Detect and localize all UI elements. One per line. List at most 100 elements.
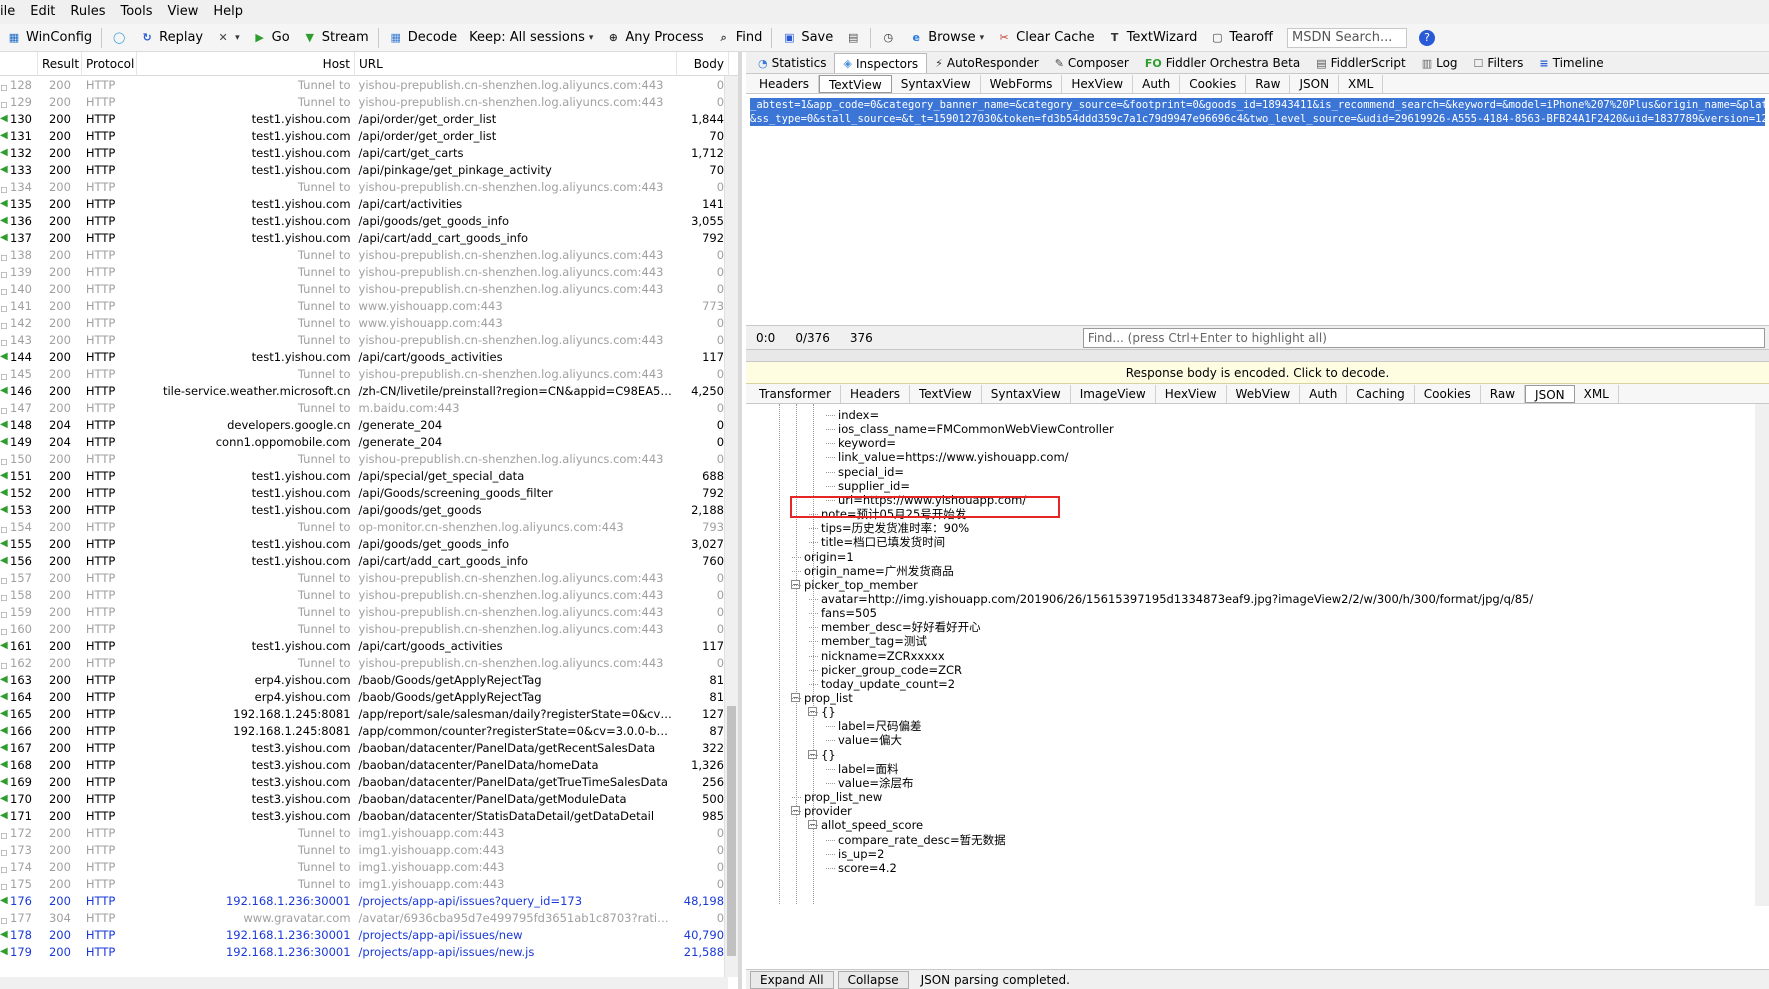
json-node[interactable]: prop_list xyxy=(792,691,853,705)
tab-composer[interactable]: ✎ Composer xyxy=(1047,53,1137,73)
toolbar-button-clear-cache[interactable]: ✂ Clear Cache xyxy=(990,24,1101,52)
toolbar-button-winconfig[interactable]: ▦ WinConfig xyxy=(0,24,98,52)
json-node[interactable]: index= xyxy=(825,408,879,422)
session-row[interactable]: ◀ 167 200 HTTP test3.yishou.com/baoban/datac… xyxy=(0,739,728,756)
json-node[interactable]: tips=历史发货准时率：90% xyxy=(808,521,969,535)
json-node[interactable]: prop_list_new xyxy=(791,790,882,804)
json-node[interactable]: avatar=http://img.yishouapp.com/201906/2… xyxy=(808,592,1533,606)
json-node[interactable]: score=4.2 xyxy=(826,861,897,875)
col-url[interactable]: URL xyxy=(355,52,677,76)
session-row[interactable]: ▫ 141 200 HTTP Tunnel to www.yishouapp.com:44… xyxy=(0,297,728,314)
request-tab-headers[interactable]: Headers xyxy=(750,74,819,93)
session-row[interactable]: ◀ 152 200 HTTP test1.yishou.com/api/Goods/sc… xyxy=(0,484,728,501)
toolbar-button-decode[interactable]: ▦ Decode xyxy=(382,24,463,52)
session-row[interactable]: ◀ 171 200 HTTP test3.yishou.com/baoban/datac… xyxy=(0,807,728,824)
response-tab-json[interactable]: JSON xyxy=(1525,384,1575,403)
session-row[interactable]: ▫ 139 200 HTTP Tunnel to yishou-prepublish.cn… xyxy=(0,263,728,280)
session-row[interactable]: ▫ 159 200 HTTP Tunnel to yishou-prepublish.cn… xyxy=(0,603,728,620)
col-host[interactable]: Host xyxy=(137,52,355,76)
collapse-button[interactable]: Collapse xyxy=(837,970,909,989)
toolbar-button-find[interactable]: ⌕ Find xyxy=(710,24,769,52)
sessions-scrollbar[interactable] xyxy=(724,76,738,977)
tab-fiddlerscript[interactable]: ▤ FiddlerScript xyxy=(1308,53,1413,73)
request-tab-webforms[interactable]: WebForms xyxy=(981,74,1063,93)
toolbar-button-remove[interactable]: ✕ ▾ xyxy=(209,24,246,52)
request-tab-hexview[interactable]: HexView xyxy=(1062,74,1134,93)
session-row[interactable]: ▫ 134 200 HTTP Tunnel to yishou-prepublish.cn… xyxy=(0,178,728,195)
session-row[interactable]: ◀ 164 200 HTTP erp4.yishou.com/baob/Goods/ge… xyxy=(0,688,728,705)
session-row[interactable]: ◀ 130 200 HTTP test1.yishou.com/api/order/ge… xyxy=(0,110,728,127)
response-tab-hexview[interactable]: HexView xyxy=(1156,384,1227,403)
response-tab-syntaxview[interactable]: SyntaxView xyxy=(982,384,1071,403)
json-node[interactable]: compare_rate_desc=暂无数据 xyxy=(826,833,1006,847)
json-node[interactable]: {} xyxy=(809,705,836,719)
session-row[interactable]: ▫ 128 200 HTTP Tunnel to yishou-prepublish.cn… xyxy=(0,76,728,93)
response-tab-headers[interactable]: Headers xyxy=(841,384,910,403)
toolbar-button-tearoff[interactable]: ▢ Tearoff xyxy=(1203,24,1279,52)
toolbar-button-go[interactable]: ▶ Go xyxy=(246,24,296,52)
session-row[interactable]: ▫ 160 200 HTTP Tunnel to yishou-prepublish.cn… xyxy=(0,620,728,637)
session-row[interactable]: ▫ 138 200 HTTP Tunnel to yishou-prepublish.cn… xyxy=(0,246,728,263)
toolbar-button-textwizard[interactable]: T TextWizard xyxy=(1101,24,1204,52)
toolbar-button-any-process[interactable]: ⊕ Any Process xyxy=(599,24,709,52)
tab-inspectors[interactable]: ◈ Inspectors xyxy=(834,53,928,73)
json-node[interactable]: supplier_id= xyxy=(826,479,910,493)
session-row[interactable]: ◀ 166 200 HTTP 192.168.1.245:8081/app/common… xyxy=(0,722,728,739)
session-row[interactable]: ◀ 136 200 HTTP test1.yishou.com/api/goods/ge… xyxy=(0,212,728,229)
session-row[interactable]: ◀ 169 200 HTTP test3.yishou.com/baoban/datac… xyxy=(0,773,728,790)
menu-item-edit[interactable]: Edit xyxy=(24,0,64,24)
json-node[interactable]: origin_name=广州发货商品 xyxy=(792,564,954,578)
msdn-search-input[interactable]: MSDN Search... xyxy=(1287,27,1407,48)
toolbar-button-save[interactable]: ▣ Save xyxy=(775,24,839,52)
session-row[interactable]: ▫ 157 200 HTTP Tunnel to yishou-prepublish.cn… xyxy=(0,569,728,586)
tab-log[interactable]: ▥ Log xyxy=(1414,53,1466,73)
json-node[interactable]: today_update_count=2 xyxy=(808,677,955,691)
json-node[interactable]: member_tag=测试 xyxy=(809,634,927,648)
session-row[interactable]: ◀ 161 200 HTTP test1.yishou.com/api/cart/goo… xyxy=(0,637,728,654)
session-row[interactable]: ◀ 132 200 HTTP test1.yishou.com/api/cart/get… xyxy=(0,144,728,161)
session-row[interactable]: ▫ 129 200 HTTP Tunnel to yishou-prepublish.cn… xyxy=(0,93,728,110)
session-row[interactable]: ◀ 178 200 HTTP 192.168.1.236:30001/projects/… xyxy=(0,926,728,943)
menu-item-ile[interactable]: ile xyxy=(0,0,24,24)
response-tab-xml[interactable]: XML xyxy=(1575,384,1619,403)
session-row[interactable]: ▫ 143 200 HTTP Tunnel to yishou-prepublish.cn… xyxy=(0,331,728,348)
json-node[interactable]: label=面料 xyxy=(825,762,898,776)
json-node[interactable]: picker_group_code=ZCR xyxy=(808,663,962,677)
request-tab-cookies[interactable]: Cookies xyxy=(1180,74,1247,93)
json-node[interactable]: label=尺码偏差 xyxy=(825,719,921,733)
request-tab-auth[interactable]: Auth xyxy=(1133,74,1181,93)
response-tab-webview[interactable]: WebView xyxy=(1227,384,1301,403)
session-row[interactable]: ◀ 156 200 HTTP test1.yishou.com/api/cart/add… xyxy=(0,552,728,569)
request-tab-xml[interactable]: XML xyxy=(1339,74,1384,93)
session-row[interactable]: ◀ 146 200 HTTP tile-service.weather.microsof… xyxy=(0,382,728,399)
menu-item-rules[interactable]: Rules xyxy=(64,0,114,24)
col-num[interactable] xyxy=(0,52,38,76)
session-row[interactable]: ◀ 168 200 HTTP test3.yishou.com/baoban/datac… xyxy=(0,756,728,773)
json-node[interactable]: ios_class_name=FMCommonWebViewController xyxy=(826,422,1114,436)
menu-item-help[interactable]: Help xyxy=(207,0,252,24)
response-tab-auth[interactable]: Auth xyxy=(1300,384,1348,403)
json-node[interactable]: keyword= xyxy=(825,436,896,450)
tab-autoresponder[interactable]: ⚡ AutoResponder xyxy=(927,53,1047,73)
tab-fiddler-orchestra-beta[interactable]: FO Fiddler Orchestra Beta xyxy=(1137,53,1308,73)
response-tab-cookies[interactable]: Cookies xyxy=(1415,384,1481,403)
session-row[interactable]: ▫ 140 200 HTTP Tunnel to yishou-prepublish.cn… xyxy=(0,280,728,297)
toolbar-button-replay[interactable]: ↻ Replay xyxy=(133,24,209,52)
json-node[interactable]: picker_top_member xyxy=(792,578,918,592)
json-node[interactable]: value=偏大 xyxy=(825,733,902,747)
col-body[interactable]: Body xyxy=(677,52,729,76)
session-row[interactable]: ◀ 153 200 HTTP test1.yishou.com/api/goods/ge… xyxy=(0,501,728,518)
session-row[interactable]: ◀ 148 204 HTTP developers.google.cn/generate… xyxy=(0,416,728,433)
session-row[interactable]: ◀ 144 200 HTTP test1.yishou.com/api/cart/goo… xyxy=(0,348,728,365)
session-row[interactable]: ▫ 147 200 HTTP Tunnel to m.baidu.com:443 0 xyxy=(0,399,728,416)
session-row[interactable]: ◀ 155 200 HTTP test1.yishou.com/api/goods/ge… xyxy=(0,535,728,552)
session-row[interactable]: ◀ 165 200 HTTP 192.168.1.245:8081/app/report… xyxy=(0,705,728,722)
response-tab-raw[interactable]: Raw xyxy=(1481,384,1526,403)
json-node[interactable]: provider xyxy=(792,804,852,818)
toolbar-button-chat-bubble[interactable]: ◯ xyxy=(105,24,133,52)
json-node[interactable]: special_id= xyxy=(825,465,904,479)
response-tab-textview[interactable]: TextView xyxy=(910,384,982,403)
session-row[interactable]: ▫ 177 304 HTTP www.gravatar.com/avatar/6936c… xyxy=(0,909,728,926)
json-node[interactable]: fans=505 xyxy=(809,606,877,620)
tab-filters[interactable]: ☐ Filters xyxy=(1466,53,1532,73)
